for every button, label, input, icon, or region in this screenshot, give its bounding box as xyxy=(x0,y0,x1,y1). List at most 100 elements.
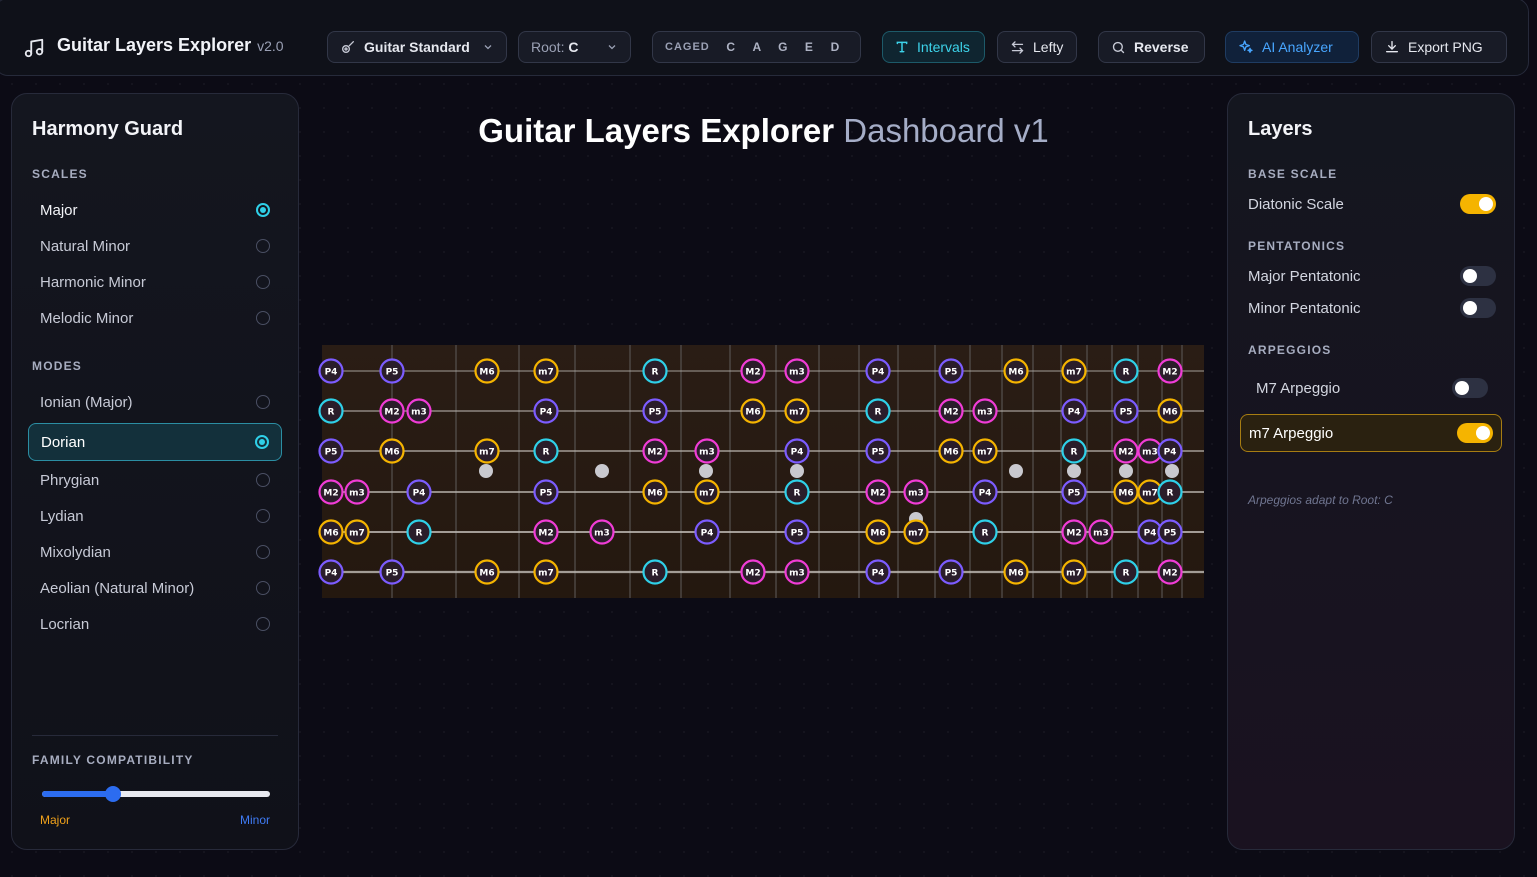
scale-option-harmonic-minor[interactable]: Harmonic Minor xyxy=(28,264,282,300)
note-marker[interactable]: P5 xyxy=(533,479,559,505)
root-select[interactable]: Root: C xyxy=(518,31,631,63)
caged-c-button[interactable]: C xyxy=(718,40,744,54)
note-marker[interactable]: P4 xyxy=(406,479,432,505)
note-marker[interactable]: P5 xyxy=(318,438,344,464)
note-marker[interactable]: R xyxy=(1113,358,1139,384)
note-marker[interactable]: M2 xyxy=(318,479,344,505)
note-marker[interactable]: P5 xyxy=(938,559,964,585)
note-marker[interactable]: m7 xyxy=(903,519,929,545)
note-marker[interactable]: m3 xyxy=(784,358,810,384)
note-marker[interactable]: P5 xyxy=(1157,519,1183,545)
note-marker[interactable]: P4 xyxy=(972,479,998,505)
caged-a-button[interactable]: A xyxy=(744,40,770,54)
note-marker[interactable]: R xyxy=(784,479,810,505)
note-marker[interactable]: m3 xyxy=(344,479,370,505)
note-marker[interactable]: M2 xyxy=(865,479,891,505)
note-marker[interactable]: R xyxy=(533,438,559,464)
note-marker[interactable]: R xyxy=(406,519,432,545)
caged-d-button[interactable]: D xyxy=(822,40,848,54)
note-marker[interactable]: M6 xyxy=(1003,358,1029,384)
note-marker[interactable]: M2 xyxy=(1061,519,1087,545)
toggle-switch[interactable] xyxy=(1460,266,1496,286)
family-compatibility-slider[interactable] xyxy=(42,786,270,802)
note-marker[interactable]: m7 xyxy=(694,479,720,505)
note-marker[interactable]: m7 xyxy=(533,358,559,384)
caged-g-button[interactable]: G xyxy=(770,40,796,54)
caged-e-button[interactable]: E xyxy=(796,40,822,54)
note-marker[interactable]: M2 xyxy=(938,398,964,424)
note-marker[interactable]: P5 xyxy=(784,519,810,545)
note-marker[interactable]: P4 xyxy=(533,398,559,424)
reverse-button[interactable]: Reverse xyxy=(1098,31,1205,63)
note-marker[interactable]: m3 xyxy=(694,438,720,464)
note-marker[interactable]: P5 xyxy=(865,438,891,464)
note-marker[interactable]: M6 xyxy=(938,438,964,464)
scale-option-major[interactable]: Major xyxy=(28,192,282,228)
note-marker[interactable]: M6 xyxy=(1113,479,1139,505)
note-marker[interactable]: M2 xyxy=(1157,358,1183,384)
note-marker[interactable]: P4 xyxy=(1061,398,1087,424)
note-marker[interactable]: m7 xyxy=(474,438,500,464)
note-marker[interactable]: P4 xyxy=(318,358,344,384)
note-marker[interactable]: m7 xyxy=(533,559,559,585)
note-marker[interactable]: m3 xyxy=(972,398,998,424)
note-marker[interactable]: R xyxy=(1113,559,1139,585)
note-marker[interactable]: R xyxy=(972,519,998,545)
scale-option-natural-minor[interactable]: Natural Minor xyxy=(28,228,282,264)
note-marker[interactable]: M2 xyxy=(1113,438,1139,464)
mode-option-aeolian[interactable]: Aeolian (Natural Minor) xyxy=(28,570,282,606)
slider-thumb[interactable] xyxy=(104,786,121,802)
note-marker[interactable]: P5 xyxy=(938,358,964,384)
note-marker[interactable]: m3 xyxy=(784,559,810,585)
note-marker[interactable]: m7 xyxy=(972,438,998,464)
note-marker[interactable]: M6 xyxy=(740,398,766,424)
note-marker[interactable]: M2 xyxy=(1157,559,1183,585)
toggle-switch[interactable] xyxy=(1457,423,1493,443)
note-marker[interactable]: M2 xyxy=(740,559,766,585)
note-marker[interactable]: P5 xyxy=(1061,479,1087,505)
note-marker[interactable]: M6 xyxy=(865,519,891,545)
note-marker[interactable]: M2 xyxy=(642,438,668,464)
note-marker[interactable]: P4 xyxy=(865,559,891,585)
note-marker[interactable]: P5 xyxy=(379,358,405,384)
note-marker[interactable]: P4 xyxy=(1157,438,1183,464)
note-marker[interactable]: M2 xyxy=(379,398,405,424)
note-marker[interactable]: M6 xyxy=(1157,398,1183,424)
note-marker[interactable]: P5 xyxy=(642,398,668,424)
note-marker[interactable]: M2 xyxy=(740,358,766,384)
toggle-switch[interactable] xyxy=(1460,194,1496,214)
note-marker[interactable]: R xyxy=(865,398,891,424)
note-marker[interactable]: P4 xyxy=(865,358,891,384)
note-marker[interactable]: P4 xyxy=(318,559,344,585)
note-marker[interactable]: M6 xyxy=(1003,559,1029,585)
ai-analyzer-button[interactable]: AI Analyzer xyxy=(1225,31,1359,63)
export-png-button[interactable]: Export PNG xyxy=(1371,31,1507,63)
note-marker[interactable]: R xyxy=(1157,479,1183,505)
note-marker[interactable]: M6 xyxy=(642,479,668,505)
note-marker[interactable]: m7 xyxy=(1061,358,1087,384)
note-marker[interactable]: m3 xyxy=(903,479,929,505)
mode-option-mixolydian[interactable]: Mixolydian xyxy=(28,534,282,570)
note-marker[interactable]: R xyxy=(318,398,344,424)
note-marker[interactable]: m3 xyxy=(406,398,432,424)
note-marker[interactable]: M6 xyxy=(318,519,344,545)
note-marker[interactable]: P4 xyxy=(784,438,810,464)
note-marker[interactable]: R xyxy=(642,559,668,585)
note-marker[interactable]: P5 xyxy=(379,559,405,585)
note-marker[interactable]: m3 xyxy=(589,519,615,545)
toggle-switch[interactable] xyxy=(1452,378,1488,398)
note-marker[interactable]: M2 xyxy=(533,519,559,545)
mode-option-locrian[interactable]: Locrian xyxy=(28,606,282,642)
note-marker[interactable]: m7 xyxy=(344,519,370,545)
note-marker[interactable]: M6 xyxy=(474,559,500,585)
mode-option-ionian[interactable]: Ionian (Major) xyxy=(28,384,282,420)
tuning-select[interactable]: Guitar Standard xyxy=(327,31,507,63)
scale-option-melodic-minor[interactable]: Melodic Minor xyxy=(28,300,282,336)
toggle-switch[interactable] xyxy=(1460,298,1496,318)
note-marker[interactable]: m7 xyxy=(1061,559,1087,585)
note-marker[interactable]: R xyxy=(1061,438,1087,464)
note-marker[interactable]: P5 xyxy=(1113,398,1139,424)
mode-option-dorian[interactable]: Dorian xyxy=(28,423,282,461)
note-marker[interactable]: M6 xyxy=(474,358,500,384)
note-marker[interactable]: R xyxy=(642,358,668,384)
